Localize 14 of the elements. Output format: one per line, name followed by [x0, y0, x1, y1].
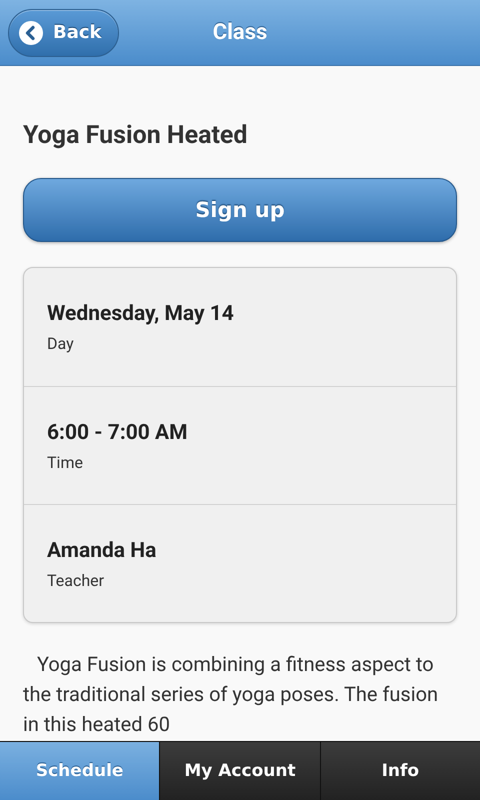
class-description: Yoga Fusion is combining a fitness aspect to the traditional series of yoga poses. The fusion in this heated 60: [23, 651, 440, 738]
detail-label: Day: [47, 334, 75, 353]
detail-value: Amanda Ha: [47, 538, 158, 565]
screen-title: Class: [212, 20, 268, 45]
detail-value: Wednesday, May 14: [47, 301, 235, 328]
nav-tab[interactable]: Info: [320, 742, 480, 800]
detail-label: Teacher: [47, 571, 106, 590]
nav-tab[interactable]: Schedule: [0, 742, 160, 800]
class-title: Yoga Fusion Heated: [23, 120, 248, 152]
nav-tab[interactable]: My Account: [159, 742, 320, 800]
sign-up-button[interactable]: Sign up: [23, 178, 457, 242]
detail-label: Time: [47, 453, 84, 472]
back-button[interactable]: Back: [8, 8, 119, 56]
detail-value: 6:00 - 7:00 AM: [47, 420, 189, 447]
